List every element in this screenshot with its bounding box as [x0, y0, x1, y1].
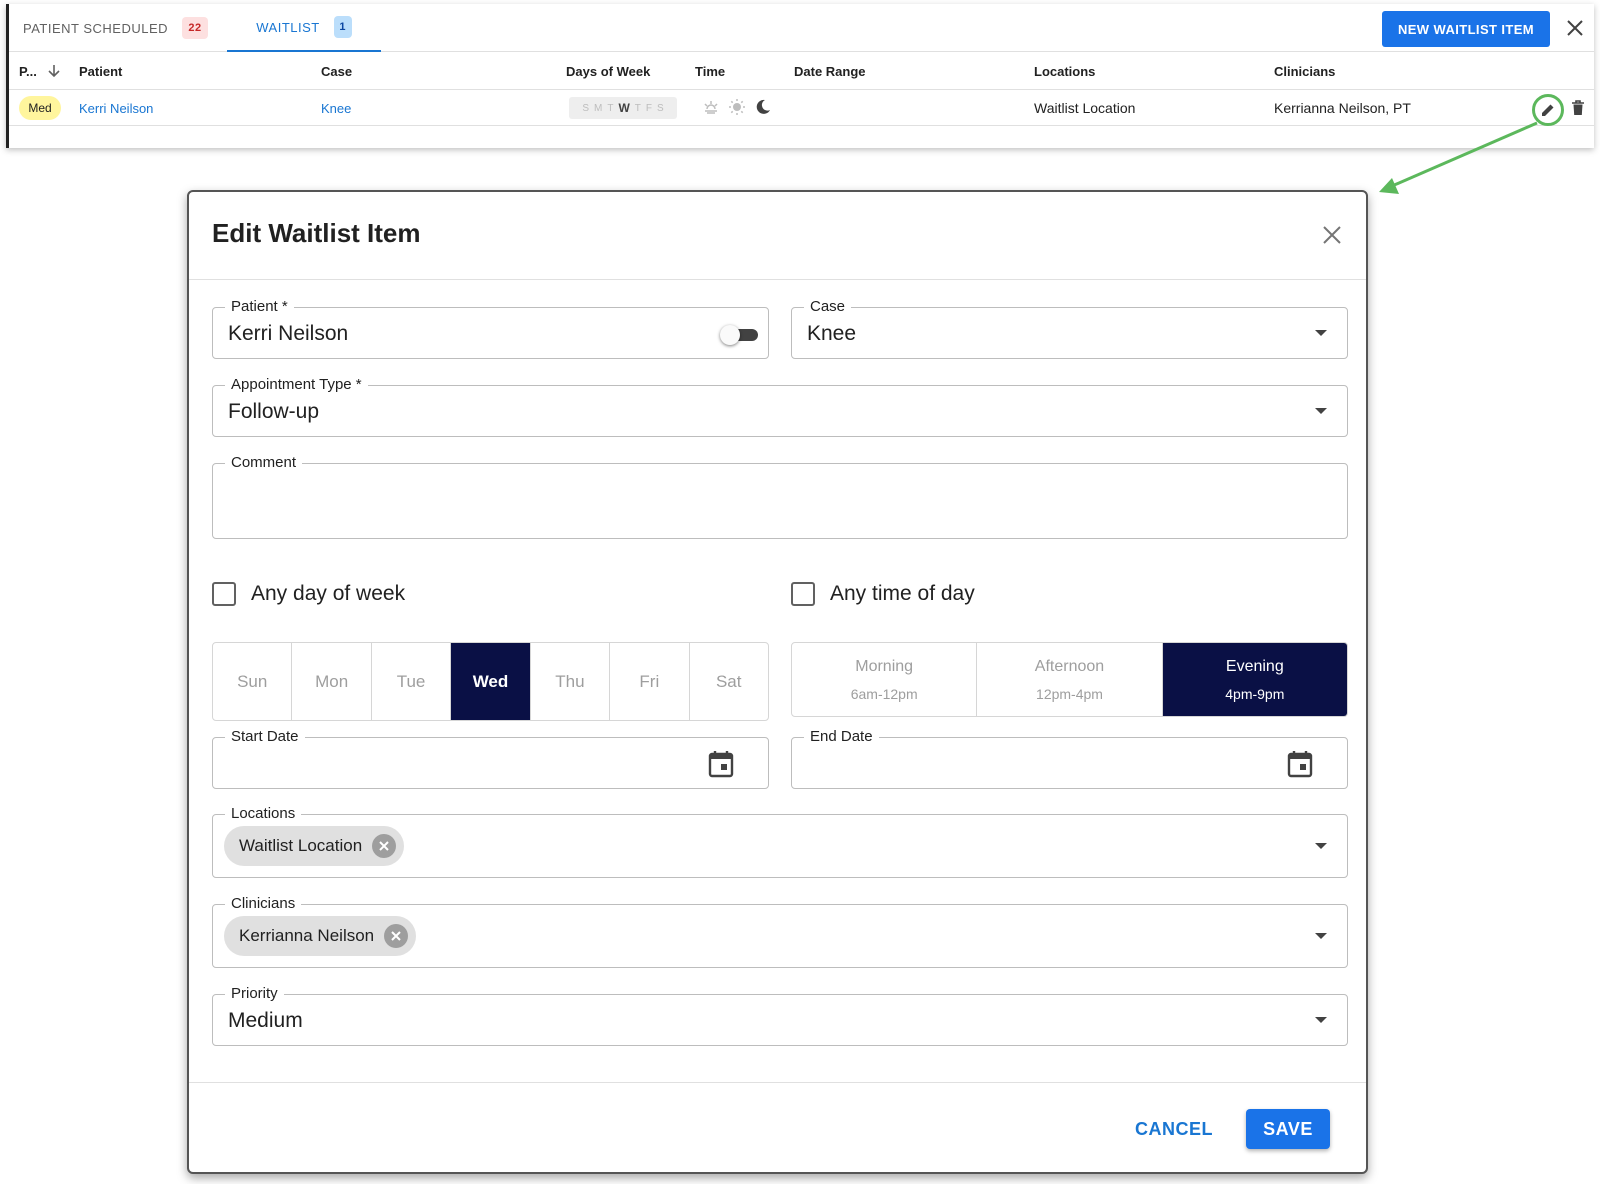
appointment-type-select[interactable]: Appointment Type * Follow-up [212, 376, 1348, 437]
priority-select[interactable]: Priority Medium [212, 985, 1348, 1046]
close-icon[interactable] [1319, 222, 1345, 248]
chip-label: Kerrianna Neilson [239, 926, 375, 945]
day-toggle-fri[interactable]: Fri [610, 643, 690, 720]
cancel-button[interactable]: CANCEL [1129, 1111, 1219, 1147]
save-button[interactable]: SAVE [1246, 1109, 1330, 1149]
start-date-field[interactable]: Start Date [212, 728, 769, 789]
any-day-checkbox-row[interactable]: Any day of week [212, 582, 405, 606]
chip-remove-icon[interactable] [372, 834, 397, 858]
locations-label: Locations [225, 805, 302, 822]
edit-waitlist-dialog: Edit Waitlist Item Patient * Kerri Neils… [187, 190, 1368, 1174]
dialog-footer: CANCEL SAVE [189, 1082, 1366, 1174]
time-slot-label: Evening [1225, 657, 1284, 675]
priority-label: Priority [225, 985, 284, 1002]
time-toggle-afternoon[interactable]: Afternoon 12pm-4pm [977, 643, 1163, 716]
day-toggle-wed[interactable]: Wed [451, 643, 531, 720]
day-toggle-thu[interactable]: Thu [531, 643, 611, 720]
locations-select[interactable]: Locations Waitlist Location [212, 805, 1348, 878]
dropdown-caret-icon [1315, 408, 1327, 414]
case-label: Case [804, 298, 852, 315]
case-value: Knee [807, 322, 857, 345]
end-date-label: End Date [804, 728, 879, 745]
end-date-field[interactable]: End Date [791, 728, 1348, 789]
comment-label: Comment [225, 454, 303, 471]
any-day-label: Any day of week [251, 582, 406, 605]
day-of-week-selector: Sun Mon Tue Wed Thu Fri Sat [212, 642, 769, 721]
any-time-label: Any time of day [830, 582, 975, 605]
time-toggle-morning[interactable]: Morning 6am-12pm [792, 643, 978, 716]
clinicians-label: Clinicians [225, 895, 302, 912]
day-toggle-mon[interactable]: Mon [292, 643, 372, 720]
any-time-checkbox[interactable] [791, 582, 815, 606]
time-slot-range: 6am-12pm [850, 685, 918, 702]
location-chip[interactable]: Waitlist Location [224, 826, 405, 866]
calendar-icon[interactable] [1287, 750, 1313, 783]
dropdown-caret-icon [1315, 1017, 1327, 1023]
dialog-header: Edit Waitlist Item [189, 192, 1366, 280]
any-time-checkbox-row[interactable]: Any time of day [791, 582, 975, 606]
clinicians-select[interactable]: Clinicians Kerrianna Neilson [212, 895, 1348, 968]
clinician-chip[interactable]: Kerrianna Neilson [224, 916, 417, 956]
time-of-day-selector: Morning 6am-12pm Afternoon 12pm-4pm Evening 4… [791, 642, 1348, 717]
chip-label: Waitlist Location [239, 836, 363, 855]
case-select[interactable]: Case Knee [791, 298, 1348, 359]
time-slot-label: Morning [855, 657, 914, 675]
start-date-label: Start Date [225, 728, 305, 745]
annotation-arrow [1379, 121, 1538, 194]
dropdown-caret-icon [1315, 843, 1327, 849]
chip-remove-icon[interactable] [384, 924, 409, 948]
appointment-type-label: Appointment Type * [225, 376, 368, 393]
patient-value: Kerri Neilson [228, 322, 349, 345]
appointment-type-value: Follow-up [228, 400, 320, 423]
day-toggle-sun[interactable]: Sun [213, 643, 293, 720]
dialog-title: Edit Waitlist Item [212, 218, 421, 248]
time-slot-range: 12pm-4pm [1036, 685, 1103, 702]
any-day-checkbox[interactable] [212, 582, 236, 606]
time-toggle-evening[interactable]: Evening 4pm-9pm [1162, 643, 1347, 716]
patient-toggle[interactable] [720, 325, 758, 345]
comment-field[interactable]: Comment [212, 454, 1348, 539]
priority-value: Medium [228, 1009, 303, 1032]
dropdown-caret-icon [1315, 330, 1327, 336]
day-toggle-tue[interactable]: Tue [372, 643, 452, 720]
calendar-icon[interactable] [708, 750, 734, 783]
day-toggle-sat[interactable]: Sat [690, 643, 768, 720]
dropdown-caret-icon [1315, 933, 1327, 939]
patient-label: Patient * [225, 298, 294, 315]
time-slot-label: Afternoon [1034, 657, 1105, 675]
patient-field[interactable]: Patient * Kerri Neilson [212, 298, 769, 359]
time-slot-range: 4pm-9pm [1225, 685, 1285, 702]
